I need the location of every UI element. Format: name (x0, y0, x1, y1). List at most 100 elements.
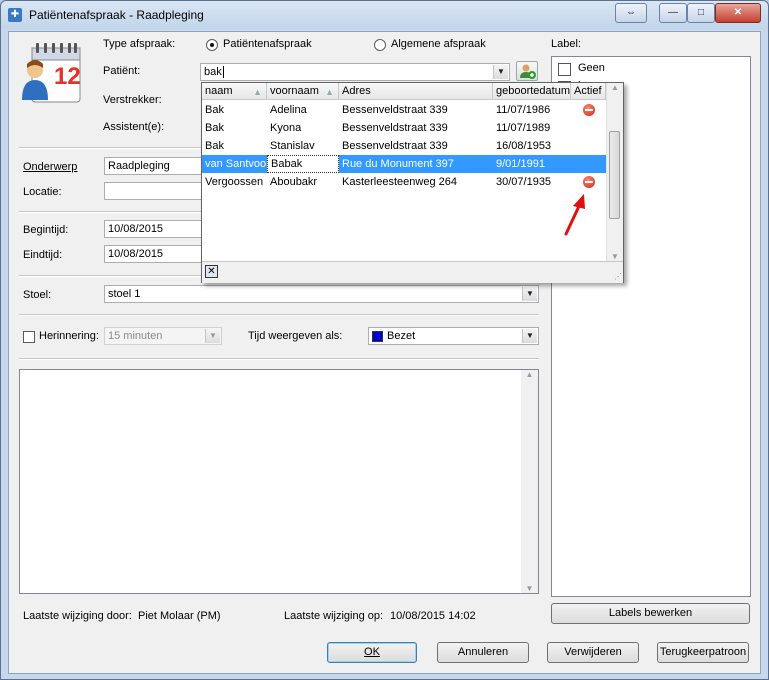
onderwerp-input[interactable]: Raadpleging (104, 157, 204, 175)
scroll-up-icon[interactable]: ▲ (521, 370, 538, 379)
scroll-down-icon[interactable]: ▼ (607, 252, 623, 261)
cell-naam: Bak (205, 122, 224, 134)
column-header-naam[interactable]: naam ▲ (202, 83, 267, 100)
restore-icon[interactable]: ⇔ (615, 3, 647, 23)
table-row[interactable]: Bak Adelina Bessenveldstraat 339 11/07/1986 (202, 101, 606, 119)
title-bar: ✚ Patiëntenafspraak - Raadpleging ⇔ — □ … (1, 1, 768, 29)
scroll-up-icon[interactable]: ▲ (607, 83, 623, 92)
cell-voornaam: Adelina (270, 104, 307, 116)
cell-adres: Rue du Monument 397 (342, 158, 454, 170)
popup-footer: ✕ ⋰ (202, 261, 623, 283)
chevron-down-icon[interactable]: ▼ (522, 329, 537, 343)
notes-textarea[interactable]: ▲ ▼ (19, 369, 539, 594)
herinnering-select: 15 minuten ▼ (104, 327, 222, 345)
last-changed-on-label: Laatste wijziging op: (284, 610, 384, 622)
chevron-down-icon: ▼ (205, 329, 220, 343)
type-afspraak-label: Type afspraak: (103, 38, 176, 50)
calendar-person-icon: 12 (22, 43, 81, 103)
patient-search-input[interactable]: bak ▼ (200, 63, 510, 81)
stoel-label: Stoel: (23, 289, 52, 301)
cell-geboortedatum: 9/01/1991 (496, 158, 545, 170)
cell-geboortedatum: 11/07/1986 (496, 104, 551, 116)
radio-patient-label: Patiëntenafspraak (223, 38, 312, 50)
locatie-input[interactable] (104, 182, 204, 200)
cell-voornaam: Kyona (270, 122, 302, 134)
patient-lookup-popup: naam ▲ voornaam ▲ Adres geboortedatum Acti… (201, 82, 624, 283)
cell-naam: van Santvoo (205, 158, 267, 170)
patient-label: Patiënt: (103, 65, 141, 77)
scroll-thumb[interactable] (609, 131, 620, 219)
divider (19, 358, 539, 360)
sort-icon: ▲ (253, 87, 262, 97)
eindtijd-label: Eindtijd: (23, 249, 63, 261)
column-header-geboortedatum[interactable]: geboortedatum (493, 83, 571, 100)
cell-geboortedatum: 16/08/1953 (496, 140, 552, 152)
radio-patient[interactable] (206, 39, 218, 51)
last-changed-by-label: Laatste wijziging door: (23, 610, 132, 622)
tooth-app-icon: ✚ (8, 8, 22, 22)
onderwerp-label: Onderwerp (23, 161, 78, 173)
table-row[interactable]: Bak Kyona Bessenveldstraat 339 11/07/1989 (202, 119, 606, 137)
cell-adres: Kasterleesteenweg 264 (342, 176, 457, 188)
inactive-stop-icon (583, 104, 595, 116)
stoel-select[interactable]: stoel 1 ▼ (104, 285, 539, 303)
maximize-button[interactable]: □ (687, 3, 715, 23)
ok-button[interactable]: OK (327, 642, 417, 663)
label-item[interactable]: Geen (556, 60, 746, 76)
divider (19, 314, 539, 316)
tijd-weergeven-value: Bezet (387, 330, 416, 342)
sort-icon: ▲ (325, 87, 334, 97)
verstrekker-label: Verstrekker: (103, 94, 162, 106)
cell-naam: Bak (205, 104, 224, 116)
scroll-down-icon[interactable]: ▼ (521, 584, 538, 593)
chevron-down-icon[interactable]: ▼ (493, 65, 508, 79)
busy-color-swatch (372, 330, 383, 342)
inactive-stop-icon (583, 176, 595, 188)
minimize-button[interactable]: — (659, 3, 687, 23)
tijd-weergeven-select[interactable]: Bezet ▼ (368, 327, 539, 345)
radio-general-label: Algemene afspraak (391, 38, 486, 50)
annuleren-button[interactable]: Annuleren (437, 642, 529, 663)
cell-naam: Bak (205, 140, 224, 152)
cell-adres: Bessenveldstraat 339 (342, 122, 448, 134)
begintijd-label: Begintijd: (23, 224, 69, 236)
add-person-icon (520, 64, 536, 79)
labels-edit-button[interactable]: Labels bewerken (551, 603, 750, 624)
patient-input-text: bak (204, 66, 222, 78)
begintijd-date-input[interactable]: 10/08/2015 (104, 220, 204, 238)
add-patient-button[interactable] (516, 61, 538, 81)
table-row[interactable]: Bak Stanislav Bessenveldstraat 339 16/08/19… (202, 137, 606, 155)
cell-voornaam: Stanislav (270, 140, 315, 152)
notes-scrollbar[interactable]: ▲ ▼ (521, 370, 538, 593)
tijd-weergeven-label: Tijd weergeven als: (248, 330, 343, 342)
herinnering-value: 15 minuten (108, 330, 163, 342)
table-row[interactable]: van Santvoo Babak Rue du Monument 397 9/01/… (202, 155, 606, 173)
column-header-voornaam[interactable]: voornaam ▲ (267, 83, 339, 100)
verwijderen-button[interactable]: Verwijderen (547, 642, 639, 663)
chevron-down-icon[interactable]: ▼ (522, 287, 537, 301)
last-changed-on-value: 10/08/2015 14:02 (390, 610, 476, 622)
cell-geboortedatum: 11/07/1989 (496, 122, 551, 134)
resize-grip-icon[interactable]: ⋰ (614, 272, 622, 281)
herinnering-label: Herinnering: (39, 330, 99, 342)
column-header-actief[interactable]: Actief (571, 83, 606, 100)
label-item-text: Geen (578, 62, 605, 74)
label-color-swatch (558, 63, 571, 76)
cell-adres: Bessenveldstraat 339 (342, 104, 448, 116)
stoel-select-value: stoel 1 (108, 288, 141, 300)
cell-voornaam: Babak (267, 155, 339, 173)
close-icon[interactable]: ✕ (205, 265, 218, 278)
table-row[interactable]: Vergoossen Aboubakr Kasterleesteenweg 264 3… (202, 173, 606, 191)
red-arrow-annotation (564, 194, 585, 236)
cell-naam: Vergoossen (205, 176, 264, 188)
column-header-adres[interactable]: Adres (339, 83, 493, 100)
label-panel-title: Label: (551, 38, 581, 50)
terugkeerpatroon-button[interactable]: Terugkeerpatroon (657, 642, 749, 663)
eindtijd-date-input[interactable]: 10/08/2015 (104, 245, 204, 263)
radio-general[interactable] (374, 39, 386, 51)
cell-adres: Bessenveldstraat 339 (342, 140, 448, 152)
popup-scrollbar[interactable]: ▲ ▼ (606, 83, 623, 261)
close-button[interactable]: ✕ (715, 3, 761, 23)
cell-voornaam: Aboubakr (270, 176, 318, 188)
herinnering-checkbox[interactable] (23, 331, 35, 343)
